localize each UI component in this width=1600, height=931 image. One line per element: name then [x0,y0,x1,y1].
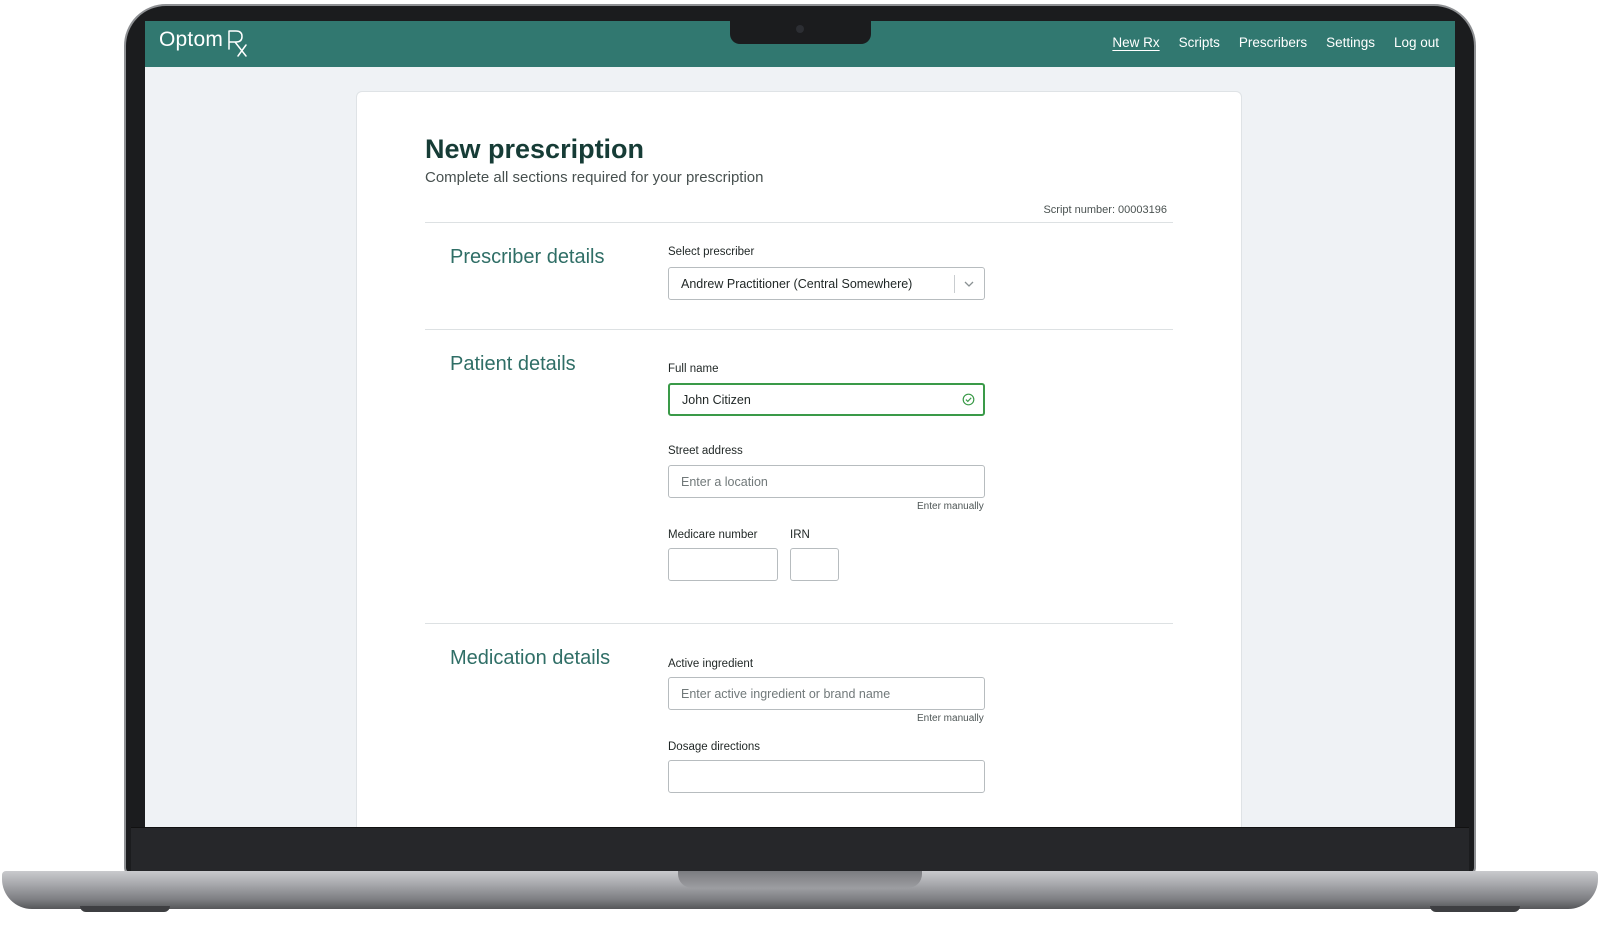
select-separator [954,275,955,293]
active-ingredient-label: Active ingredient [668,658,754,670]
prescriber-select[interactable]: Andrew Practitioner (Central Somewhere) [668,267,985,300]
street-address-input[interactable]: Enter a location [668,465,985,498]
nav-settings[interactable]: Settings [1326,35,1375,50]
street-address-label: Street address [668,445,743,457]
section-divider [425,329,1173,330]
camera-icon [796,25,804,33]
medicare-number-label: Medicare number [668,529,758,541]
section-title-prescriber: Prescriber details [450,246,605,268]
laptop-foot [80,906,170,912]
section-title-medication: Medication details [450,647,611,669]
camera-notch [730,21,871,44]
rx-logo-icon [226,28,252,58]
laptop-bezel [131,827,1469,871]
nav-scripts[interactable]: Scripts [1179,35,1220,50]
section-divider [425,623,1173,624]
street-address-placeholder: Enter a location [681,474,768,489]
full-name-value: John Citizen [682,392,751,407]
street-enter-manually-link[interactable]: Enter manually [917,501,984,512]
nav-prescribers[interactable]: Prescribers [1239,35,1307,50]
app-logo[interactable]: Optom [159,28,252,58]
logo-text: Optom [159,28,224,51]
dosage-directions-label: Dosage directions [668,741,761,753]
prescription-form-card: New prescription Complete all sections r… [356,91,1242,827]
ingredient-enter-manually-link[interactable]: Enter manually [917,713,984,724]
script-number: Script number: 00003196 [1043,204,1167,216]
laptop-base-notch [678,871,922,888]
chevron-down-icon[interactable] [963,278,975,293]
laptop-foot [1430,906,1520,912]
check-circle-icon [962,393,975,409]
dosage-directions-input[interactable] [668,760,985,793]
select-prescriber-label: Select prescriber [668,246,755,258]
section-divider [425,222,1173,223]
nav-log-out[interactable]: Log out [1394,35,1439,50]
page-title: New prescription [425,134,645,164]
medicare-number-input[interactable] [668,548,778,581]
main-nav: New Rx Scripts Prescribers Settings Log … [1112,35,1439,50]
active-ingredient-placeholder: Enter active ingredient or brand name [681,686,891,701]
active-ingredient-input[interactable]: Enter active ingredient or brand name [668,677,985,710]
app-screen: Optom New Rx Scripts Prescribers Setting… [145,21,1455,827]
full-name-label: Full name [668,363,719,375]
irn-label: IRN [790,529,810,541]
irn-input[interactable] [790,548,839,581]
section-title-patient: Patient details [450,353,576,375]
nav-new-rx[interactable]: New Rx [1112,35,1159,50]
page-subtitle: Complete all sections required for your … [425,169,764,186]
full-name-field[interactable]: John Citizen [668,383,985,416]
prescriber-select-value: Andrew Practitioner (Central Somewhere) [681,276,913,291]
